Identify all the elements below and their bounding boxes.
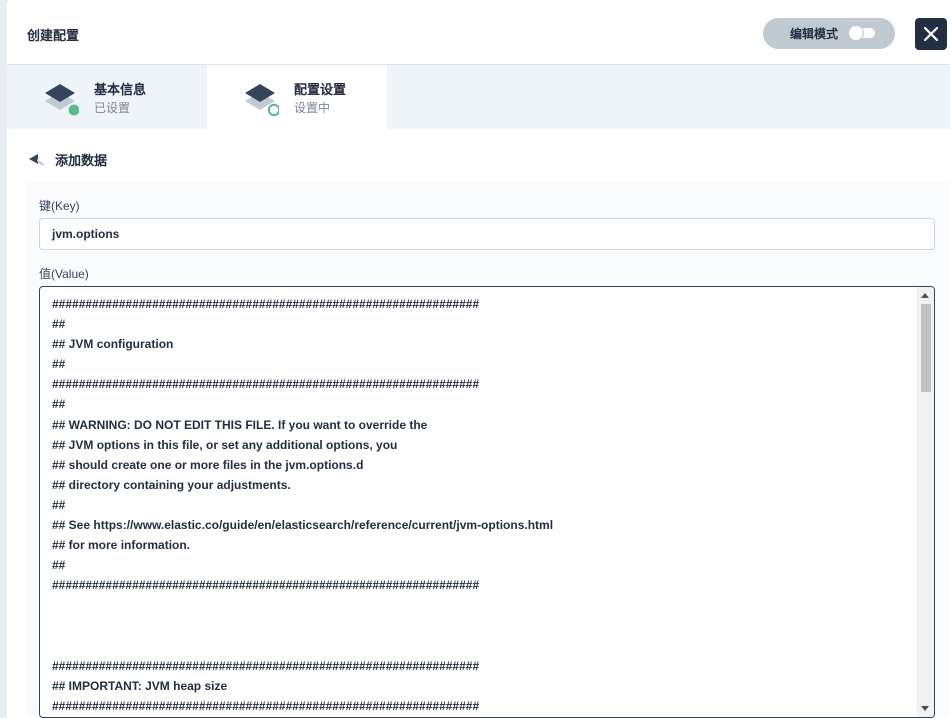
value-scrollbar[interactable] (917, 287, 934, 717)
toggle-knob (848, 25, 864, 41)
layers-icon (45, 84, 79, 117)
close-icon (923, 26, 939, 42)
scroll-up-icon[interactable] (921, 293, 929, 298)
data-form: 键(Key) jvm.options 值(Value) ############… (27, 182, 950, 718)
toggle-switch[interactable] (848, 25, 875, 41)
edit-mode-toggle[interactable]: 编辑模式 (763, 18, 895, 49)
layers-icon (245, 84, 279, 117)
modal-header: 创建配置 编辑模式 (7, 0, 950, 65)
modal-title: 创建配置 (27, 28, 80, 43)
edit-mode-label: 编辑模式 (790, 27, 839, 41)
key-label: 键(Key) (39, 199, 80, 213)
add-data-header[interactable]: 添加数据 (29, 150, 107, 169)
value-content: ########################################… (52, 297, 554, 713)
scroll-thumb[interactable] (921, 304, 931, 392)
value-textarea[interactable]: ########################################… (39, 286, 935, 718)
tab-basic-info-title: 基本信息 (94, 82, 147, 97)
scroll-down-icon[interactable] (921, 706, 929, 711)
tab-basic-info-status: 已设置 (94, 101, 131, 115)
tab-basic-info[interactable]: 基本信息 已设置 (7, 65, 187, 129)
tab-config-settings-status: 设置中 (294, 101, 331, 115)
key-input[interactable]: jvm.options (39, 218, 935, 250)
tab-config-settings[interactable]: 配置设置 设置中 (207, 65, 387, 129)
tab-config-settings-title: 配置设置 (294, 82, 347, 97)
step-tabs: 基本信息 已设置 配置设置 设置中 (7, 65, 950, 129)
value-label: 值(Value) (39, 267, 89, 281)
back-arrow-icon[interactable] (29, 153, 46, 166)
close-button[interactable] (915, 18, 947, 50)
add-data-title: 添加数据 (55, 153, 108, 168)
create-config-modal: 创建配置 编辑模式 基本信息 已设置 配置设置 设置中 添加数据 键(Key) … (7, 0, 950, 718)
